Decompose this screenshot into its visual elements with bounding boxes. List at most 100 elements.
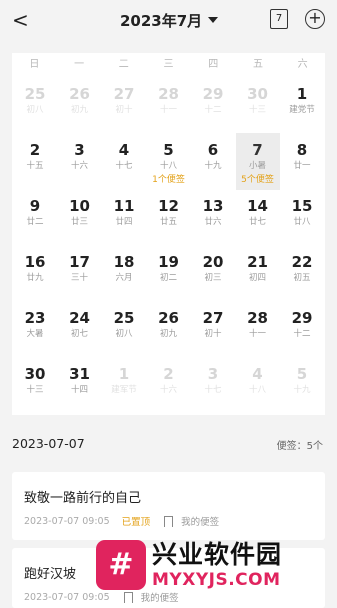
calendar-day[interactable]: 9 廿二 (13, 189, 57, 246)
month-picker[interactable]: 2023年7月 (120, 9, 219, 31)
calendar-day[interactable]: 29 十二 (280, 301, 324, 358)
calendar-day[interactable]: 4 十八 (236, 357, 280, 414)
month-title: 2023年7月 (120, 11, 203, 30)
calendar-day[interactable]: 8 廿一 (280, 133, 324, 190)
calendar-day[interactable]: 10 廿三 (58, 189, 102, 246)
day-number: 14 (247, 197, 268, 215)
calendar-day[interactable]: 3 十七 (191, 357, 235, 414)
calendar-day[interactable]: 14 廿七 (236, 189, 280, 246)
lunar-label: 十六 (159, 385, 177, 395)
calendar-day[interactable]: 13 廿六 (191, 189, 235, 246)
calendar-day[interactable]: 18 六月 (102, 245, 146, 302)
calendar-day[interactable]: 27 初十 (191, 301, 235, 358)
lunar-label: 初四 (248, 273, 266, 283)
lunar-label: 十八 (248, 385, 266, 395)
lunar-label: 初十 (204, 329, 222, 339)
calendar-day[interactable]: 22 初五 (280, 245, 324, 302)
calendar-day[interactable]: 30 十三 (236, 77, 280, 134)
day-number: 26 (69, 85, 90, 103)
calendar-day[interactable]: 5 十九 (280, 357, 324, 414)
day-number: 31 (69, 365, 90, 383)
weekday-label: 三 (163, 59, 174, 70)
calendar-day[interactable]: 27 初十 (102, 77, 146, 134)
calendar-day[interactable]: 12 廿五 (147, 189, 191, 246)
calendar-day[interactable]: 2 十六 (147, 357, 191, 414)
lunar-label: 十一 (159, 105, 177, 115)
lunar-label: 十一 (248, 329, 266, 339)
day-number: 5 (163, 141, 174, 159)
day-number: 23 (24, 309, 46, 327)
calendar-day[interactable]: 26 初九 (58, 77, 102, 134)
lunar-label: 廿七 (248, 217, 266, 227)
lunar-label: 十四 (70, 385, 88, 395)
calendar-day[interactable]: 28 十一 (147, 77, 191, 134)
plus-circle-icon[interactable]: + (305, 9, 325, 29)
calendar-day[interactable]: 19 初二 (147, 245, 191, 302)
weekday-label: 六 (297, 59, 308, 70)
lunar-label: 十六 (70, 161, 88, 171)
calendar-day[interactable]: 1 建军节 (102, 357, 146, 414)
calendar-day[interactable]: 29 十二 (191, 77, 235, 134)
lunar-label: 大暑 (26, 329, 44, 339)
calendar-day[interactable]: 25 初八 (102, 301, 146, 358)
day-number: 28 (247, 309, 268, 327)
day-number: 10 (69, 197, 90, 215)
calendar-day[interactable]: 4 十七 (102, 133, 146, 190)
lunar-label: 廿四 (115, 217, 133, 227)
calendar-day[interactable]: 11 廿四 (102, 189, 146, 246)
calendar-day[interactable]: 23 大暑 (13, 301, 57, 358)
lunar-label: 十三 (26, 385, 44, 395)
calendar-day[interactable]: 20 初三 (191, 245, 235, 302)
lunar-label: 廿九 (26, 273, 44, 283)
note-meta: 2023-07-07 09:05 已置顶 我的便签 (24, 514, 219, 531)
weekday-label: 五 (252, 59, 263, 70)
lunar-label: 初八 (26, 105, 44, 115)
day-number: 13 (202, 197, 224, 215)
day-number: 6 (207, 141, 219, 159)
calendar-day[interactable]: 26 初九 (147, 301, 191, 358)
calendar-day[interactable]: 1 建党节 (280, 77, 324, 134)
day-number: 2 (29, 141, 41, 159)
calendar-day[interactable]: 17 三十 (58, 245, 102, 302)
note-count-badge: 1个便签 (152, 175, 185, 185)
lunar-label: 廿三 (70, 217, 88, 227)
calendar-day[interactable]: 16 廿九 (13, 245, 57, 302)
note-card[interactable]: 致敬一路前行的自己 2023-07-07 09:05 已置顶 我的便签 (12, 472, 325, 540)
today-calendar-icon[interactable]: 7 (270, 9, 288, 29)
calendar-day[interactable]: 30 十三 (13, 357, 57, 414)
day-number: 27 (113, 85, 135, 103)
day-number: 5 (296, 365, 308, 383)
lunar-label: 十七 (204, 385, 222, 395)
calendar-day[interactable]: 24 初七 (58, 301, 102, 358)
lunar-label: 初二 (159, 273, 177, 283)
day-number: 30 (24, 365, 46, 383)
lunar-label: 三十 (70, 273, 88, 283)
calendar-day[interactable]: 25 初八 (13, 77, 57, 134)
day-number: 25 (113, 309, 135, 327)
selected-date-label: 2023-07-07 (12, 436, 85, 451)
calendar-day[interactable]: 15 廿八 (280, 189, 324, 246)
lunar-label: 十二 (293, 329, 311, 339)
caret-down-icon (208, 17, 219, 23)
day-number: 4 (252, 365, 263, 383)
day-number: 17 (69, 253, 90, 271)
calendar-day-selected[interactable]: 7 小暑 5个便签 (235, 133, 280, 190)
day-number: 9 (29, 197, 41, 215)
calendar-day[interactable]: 31 十四 (58, 357, 102, 414)
calendar-day[interactable]: 5 十八 1个便签 (147, 133, 191, 190)
bookmark-icon (164, 515, 174, 531)
calendar-day[interactable]: 2 十五 (13, 133, 57, 190)
calendar-day[interactable]: 3 十六 (58, 133, 102, 190)
lunar-label: 廿二 (26, 217, 44, 227)
back-arrow-icon[interactable]: < (12, 8, 34, 32)
lunar-label: 十七 (115, 161, 133, 171)
calendar-day[interactable]: 21 初四 (236, 245, 280, 302)
lunar-label: 廿一 (293, 161, 311, 171)
day-number: 22 (291, 253, 313, 271)
calendar-day[interactable]: 28 十一 (236, 301, 280, 358)
calendar-day[interactable]: 6 十九 (191, 133, 235, 190)
pinned-badge: 已置顶 (121, 517, 151, 528)
lunar-label: 初五 (293, 273, 311, 283)
lunar-label: 六月 (115, 273, 133, 283)
lunar-label: 十九 (293, 385, 311, 395)
